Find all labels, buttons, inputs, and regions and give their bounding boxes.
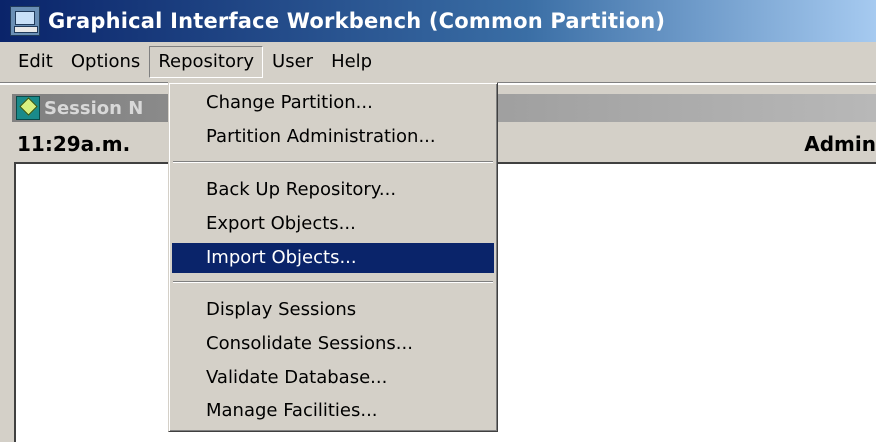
session-title: Session N bbox=[44, 97, 144, 119]
menu-options[interactable]: Options bbox=[62, 46, 149, 78]
menu-item-partition-administration[interactable]: Partition Administration... bbox=[172, 122, 494, 152]
menu-bar: Edit Options Repository User Help bbox=[0, 42, 876, 82]
menu-item-back-up-repository[interactable]: Back Up Repository... bbox=[172, 175, 494, 205]
menu-separator bbox=[173, 281, 493, 283]
title-bar[interactable]: Graphical Interface Workbench (Common Pa… bbox=[0, 0, 876, 42]
menu-item-consolidate-sessions[interactable]: Consolidate Sessions... bbox=[172, 329, 494, 359]
computer-icon[interactable] bbox=[10, 6, 40, 36]
menu-item-import-objects[interactable]: Import Objects... bbox=[172, 243, 494, 273]
menu-separator bbox=[173, 161, 493, 163]
menu-repository[interactable]: Repository bbox=[149, 46, 264, 78]
menu-item-change-partition[interactable]: Change Partition... bbox=[172, 88, 494, 118]
repository-dropdown-menu: Change Partition... Partition Administra… bbox=[168, 82, 498, 432]
menu-item-manage-facilities[interactable]: Manage Facilities... bbox=[172, 396, 494, 426]
session-user: Admin bbox=[804, 132, 876, 156]
window-title: Graphical Interface Workbench (Common Pa… bbox=[48, 9, 666, 33]
menu-edit[interactable]: Edit bbox=[9, 46, 62, 78]
menu-item-export-objects[interactable]: Export Objects... bbox=[172, 209, 494, 239]
menu-item-validate-database[interactable]: Validate Database... bbox=[172, 363, 494, 393]
session-icon bbox=[16, 96, 40, 120]
menu-user[interactable]: User bbox=[263, 46, 322, 78]
menu-help[interactable]: Help bbox=[322, 46, 381, 78]
menu-item-display-sessions[interactable]: Display Sessions bbox=[172, 295, 494, 325]
session-time: 11:29a.m. bbox=[17, 132, 131, 156]
